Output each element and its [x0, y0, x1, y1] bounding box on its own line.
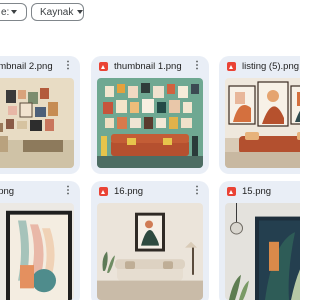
- file-name: 17.png: [0, 185, 15, 197]
- file-name: thumbnail 1.png: [114, 60, 182, 72]
- file-name: 15.png: [242, 185, 272, 197]
- file-thumbnail[interactable]: [225, 78, 300, 168]
- living-room-print-thumbnail: [97, 203, 203, 300]
- chevron-down-icon: [77, 10, 84, 14]
- pendant-lamp-print-thumbnail: [225, 203, 300, 300]
- abstract-print-thumbnail: [0, 203, 74, 300]
- file-name: listing (5).png: [242, 60, 300, 72]
- file-name: 16.png: [114, 185, 144, 197]
- file-card[interactable]: 15.png ⋮: [219, 181, 300, 300]
- file-card[interactable]: thumbnail 1.png ⋮: [91, 56, 209, 174]
- file-card[interactable]: listing (5).png ⋮: [219, 56, 300, 174]
- more-options-icon[interactable]: ⋮: [62, 186, 74, 196]
- file-card[interactable]: thumbnail 2.png ⋮: [0, 56, 80, 174]
- more-options-icon[interactable]: ⋮: [62, 61, 74, 71]
- file-card[interactable]: 16.png ⋮: [91, 181, 209, 300]
- image-file-icon: [227, 186, 236, 196]
- boho-triptych-thumbnail: [225, 78, 300, 168]
- drive-file-grid: e: Kaynak thumbnail 2.png ⋮: [0, 0, 300, 300]
- filter-chip-type[interactable]: e:: [0, 3, 27, 21]
- filter-chip-source-label: Kaynak: [40, 6, 74, 18]
- image-file-icon: [99, 61, 108, 71]
- file-thumbnail[interactable]: [0, 78, 74, 168]
- image-file-icon: [227, 61, 236, 71]
- file-name: thumbnail 2.png: [0, 60, 53, 72]
- chevron-down-icon: [11, 10, 18, 14]
- file-thumbnail[interactable]: [0, 203, 74, 300]
- teal-gallery-wall-thumbnail: [97, 78, 203, 168]
- file-card[interactable]: 17.png ⋮: [0, 181, 80, 300]
- more-options-icon[interactable]: ⋮: [191, 61, 203, 71]
- file-thumbnail[interactable]: [225, 203, 300, 300]
- image-file-icon: [99, 186, 108, 196]
- filter-chip-source[interactable]: Kaynak: [31, 3, 84, 21]
- file-thumbnail[interactable]: [97, 203, 203, 300]
- more-options-icon[interactable]: ⋮: [191, 186, 203, 196]
- gallery-wall-thumbnail: [0, 78, 74, 168]
- filter-chip-type-label: e:: [1, 6, 10, 18]
- file-thumbnail[interactable]: [97, 78, 203, 168]
